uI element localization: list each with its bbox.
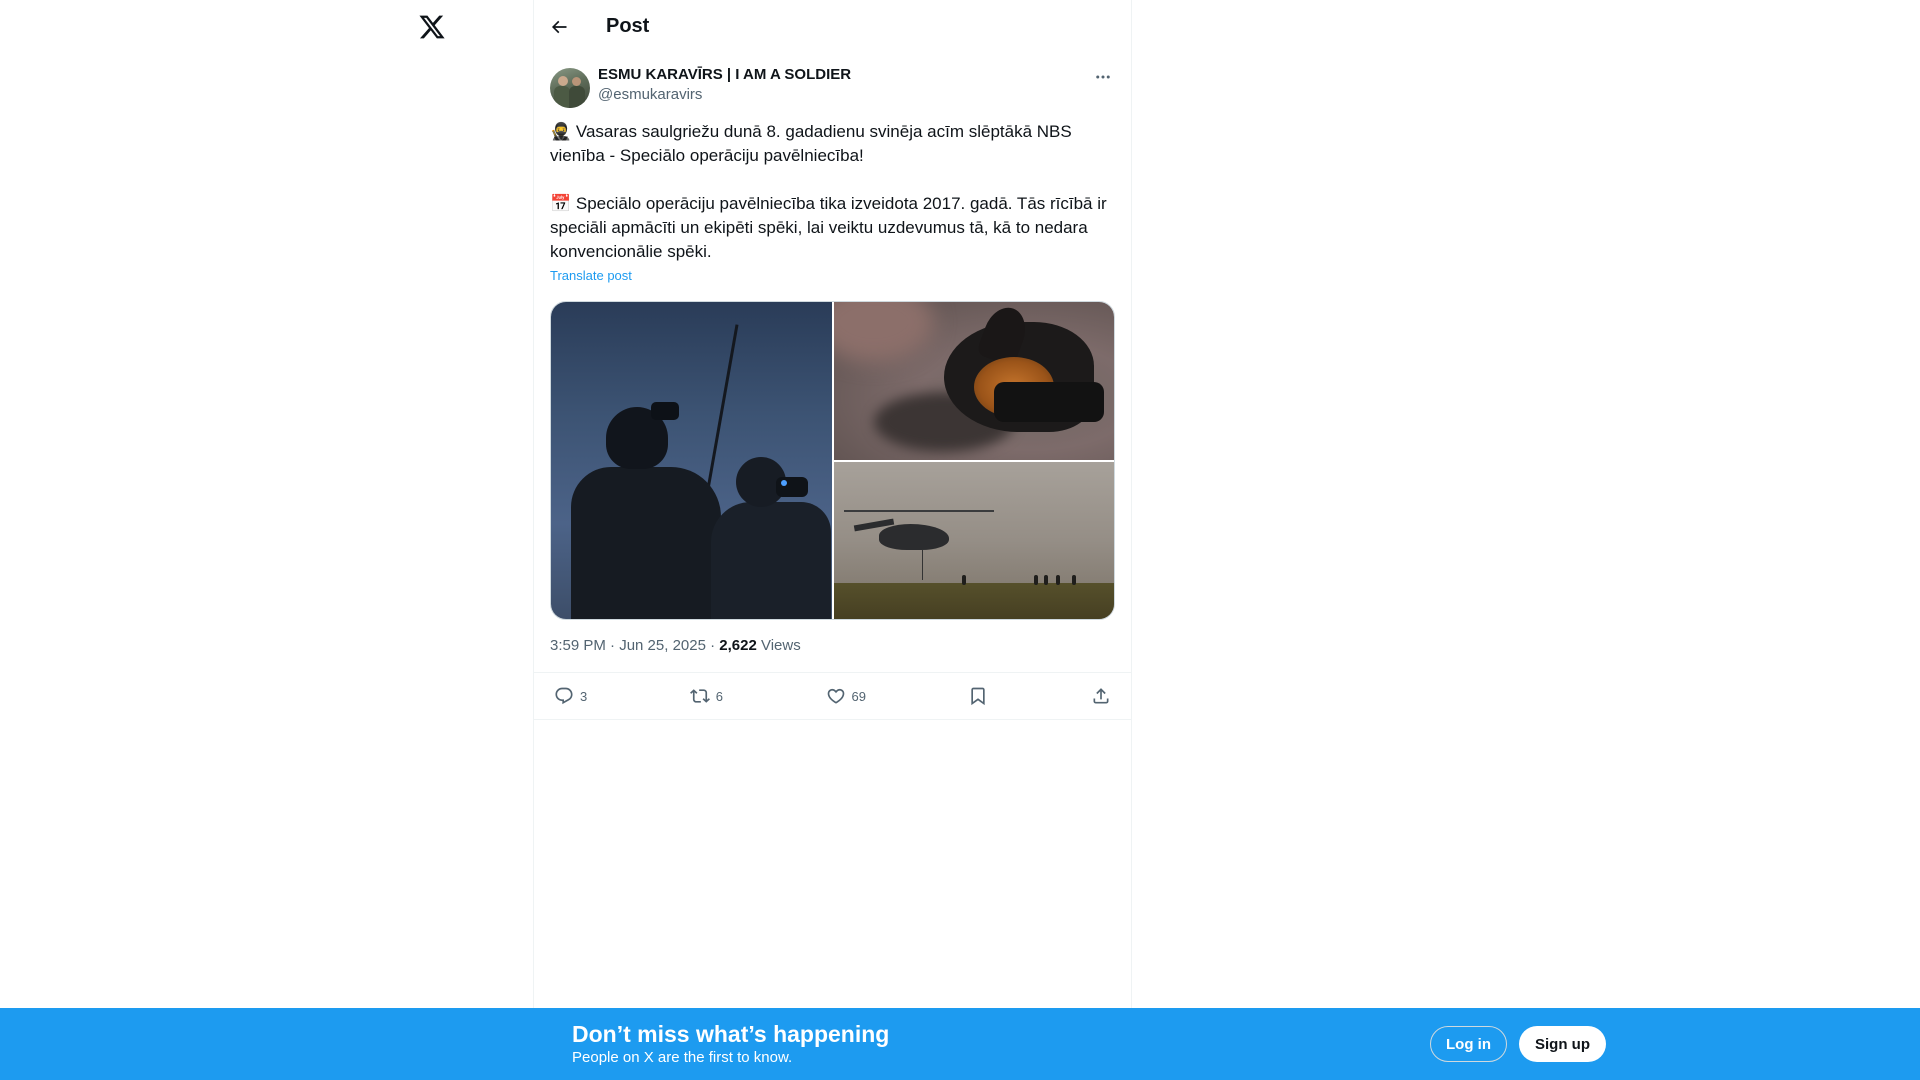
author-name[interactable]: ESMU KARAVĪRS | I AM A SOLDIER	[598, 65, 851, 85]
reply-button[interactable]: 3	[554, 686, 587, 706]
signup-button[interactable]: Sign up	[1519, 1026, 1606, 1062]
left-rail	[0, 0, 533, 1080]
arrow-left-icon	[551, 20, 567, 33]
reply-icon	[555, 687, 573, 705]
post-meta: 3:59 PM · Jun 25, 2025 · 2,622 Views	[550, 636, 1115, 656]
main-column: Post ESMU KARAVĪRS | I AM A SOLDIER @esm…	[533, 0, 1132, 1008]
like-count: 69	[851, 688, 866, 704]
bookmark-icon	[971, 687, 986, 706]
more-options-button[interactable]	[1091, 65, 1115, 89]
post: ESMU KARAVĪRS | I AM A SOLDIER @esmukara…	[534, 53, 1131, 720]
author-handle[interactable]: @esmukaravirs	[598, 85, 851, 105]
banner-text: Don’t miss what’s happening People on X …	[572, 1020, 889, 1068]
views-label: Views	[756, 637, 801, 654]
translate-post-link[interactable]: Translate post	[550, 268, 632, 283]
repost-button[interactable]: 6	[689, 686, 723, 706]
share-icon	[1093, 688, 1109, 704]
action-bar: 3 6 69	[534, 672, 1131, 720]
back-button[interactable]	[542, 10, 576, 44]
bookmark-button[interactable]	[968, 686, 988, 706]
page-title: Post	[606, 15, 650, 37]
repost-icon	[689, 689, 710, 703]
login-button[interactable]: Log in	[1430, 1026, 1507, 1062]
share-button[interactable]	[1091, 686, 1111, 706]
like-button[interactable]: 69	[826, 686, 866, 706]
media-photo-helicopter[interactable]	[833, 461, 1114, 619]
media-photo-soldiers-night[interactable]	[551, 302, 832, 619]
header-bar: Post	[534, 0, 1131, 53]
media-photo-dog[interactable]	[833, 302, 1114, 460]
more-dots-icon	[1096, 75, 1110, 79]
views-count: 2,622	[719, 637, 757, 654]
signup-banner: Don’t miss what’s happening People on X …	[0, 1008, 1920, 1080]
avatar[interactable]	[550, 68, 590, 108]
author-info: ESMU KARAVĪRS | I AM A SOLDIER @esmukara…	[598, 65, 851, 105]
banner-title: Don’t miss what’s happening	[572, 1021, 890, 1047]
post-timestamp[interactable]: 3:59 PM · Jun 25, 2025 ·	[550, 637, 719, 654]
repost-count: 6	[715, 688, 723, 704]
reply-count: 3	[580, 688, 588, 704]
x-logo-icon[interactable]	[417, 12, 447, 42]
banner-subtitle: People on X are the first to know.	[572, 1049, 793, 1066]
author-row: ESMU KARAVĪRS | I AM A SOLDIER @esmukara…	[550, 65, 1115, 108]
heart-icon	[827, 688, 844, 704]
media-grid	[550, 301, 1115, 620]
post-text: 🥷 Vasaras saulgriežu dunā 8. gadadienu s…	[550, 122, 1107, 261]
